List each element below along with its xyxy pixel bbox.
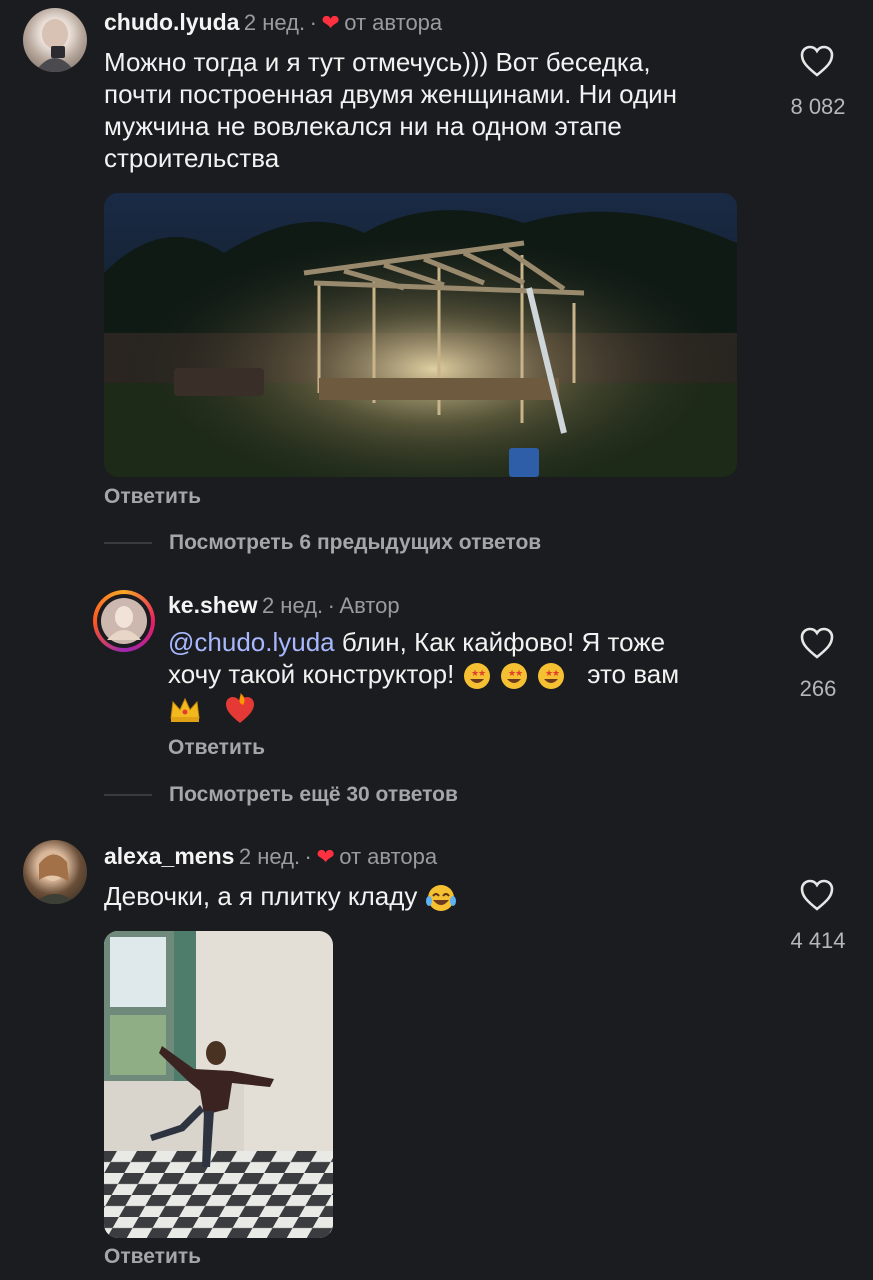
comment-line: @chudo.lyuda блин, Как кайфово! Я тоже xyxy=(168,627,666,657)
like-count: 8 082 xyxy=(790,94,846,119)
comment-line: хочу такой конструктор! ★ ★ ★ ★ ★ ★ это вам xyxy=(168,658,758,691)
like-count: 266 xyxy=(799,676,837,701)
comment-text: Можно тогда и я тут отмечусь))) Вот бесе… xyxy=(104,46,764,174)
username[interactable]: alexa_mens xyxy=(104,843,234,869)
timestamp: 2 нед. xyxy=(261,593,324,618)
reply-button[interactable]: Ответить xyxy=(104,485,201,509)
separator: · xyxy=(304,844,312,869)
comment-text: Девочки, а я плитку кладу xyxy=(104,880,744,913)
username[interactable]: ke.shew xyxy=(168,592,258,618)
avatar-image xyxy=(35,19,75,72)
comment-header: chudo.lyuda 2 нед. · ❤ от автора xyxy=(104,9,442,36)
comment-line: почти построенная двумя женщинами. Ни од… xyxy=(104,79,678,109)
username[interactable]: chudo.lyuda xyxy=(104,9,239,35)
comment-text: @chudo.lyuda блин, Как кайфово! Я тоже х… xyxy=(168,626,758,725)
heart-outline-icon xyxy=(800,879,834,911)
view-more-replies-button[interactable]: Посмотреть ещё 30 ответов xyxy=(169,783,458,807)
divider-line xyxy=(104,794,152,796)
heart-outline-icon xyxy=(800,627,834,659)
star-struck-emoji: ★★ xyxy=(538,663,565,690)
view-previous-replies-button[interactable]: Посмотреть 6 предыдущих ответов xyxy=(169,531,541,555)
gazebo-photo[interactable] xyxy=(104,193,737,477)
like-button[interactable] xyxy=(799,626,835,665)
tears-of-joy-emoji xyxy=(425,885,456,912)
like-count: 4 414 xyxy=(790,928,846,953)
heart-on-fire-emoji xyxy=(226,693,255,724)
avatar-ke-shew[interactable] xyxy=(93,590,155,652)
separator: · xyxy=(327,593,335,618)
comment-line: строительства xyxy=(104,143,280,173)
star-struck-emoji: ★★ xyxy=(463,663,490,690)
reply-button[interactable]: Ответить xyxy=(104,1245,201,1269)
mention-link[interactable]: @chudo.lyuda xyxy=(168,627,335,657)
heart-filled-icon: ❤ xyxy=(316,844,335,869)
tiles-image xyxy=(104,931,333,1238)
comment-line: мужчина не вовлекался ни на одном этапе xyxy=(104,111,622,141)
svg-text:★: ★ xyxy=(478,669,486,679)
avatar-chudo-lyuda[interactable] xyxy=(23,8,87,72)
like-button[interactable] xyxy=(799,44,835,83)
timestamp: 2 нед. xyxy=(243,10,306,35)
heart-outline-icon xyxy=(800,45,834,77)
tiles-photo[interactable] xyxy=(104,931,333,1238)
reply-button[interactable]: Ответить xyxy=(168,736,265,760)
like-button[interactable] xyxy=(799,878,835,917)
comment-header: ke.shew 2 нед. · Автор xyxy=(168,592,400,619)
svg-text:★: ★ xyxy=(515,669,523,679)
separator: · xyxy=(309,10,317,35)
avatar-alexa-mens[interactable] xyxy=(23,840,87,904)
heart-filled-icon: ❤ xyxy=(321,10,340,35)
comment-line xyxy=(168,691,758,725)
crown-emoji xyxy=(170,698,200,723)
author-tag: Автор xyxy=(339,593,400,618)
gazebo-image xyxy=(104,193,737,477)
avatar-image xyxy=(33,854,77,904)
star-struck-emoji: ★★ xyxy=(500,663,527,690)
avatar-image xyxy=(101,598,147,644)
comment-header: alexa_mens 2 нед. · ❤ от автора xyxy=(104,843,437,870)
divider-line xyxy=(104,542,152,544)
author-like-label: от автора xyxy=(339,844,438,869)
svg-text:★: ★ xyxy=(552,669,560,679)
comment-line: Можно тогда и я тут отмечусь))) Вот бесе… xyxy=(104,47,651,77)
timestamp: 2 нед. xyxy=(238,844,301,869)
author-like-label: от автора xyxy=(344,10,443,35)
